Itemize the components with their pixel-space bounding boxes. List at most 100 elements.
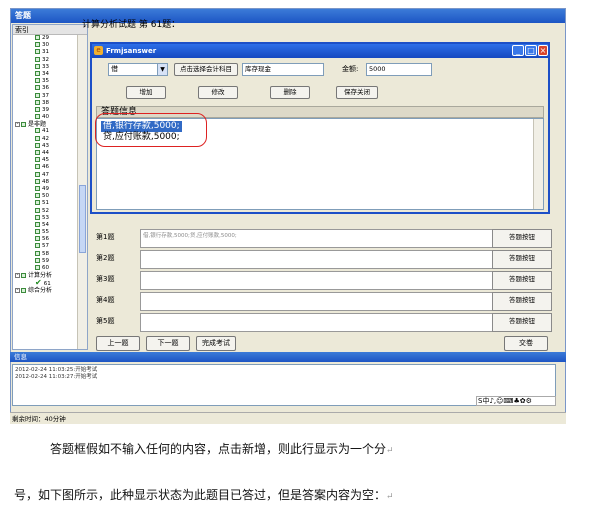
tree-question-node[interactable]: 42 xyxy=(13,135,77,143)
tree-question-node[interactable]: 36 xyxy=(13,85,77,92)
tree-question-node[interactable]: 35 xyxy=(13,78,77,85)
document-icon xyxy=(35,250,40,256)
finish-exam-button[interactable]: 完成考试 xyxy=(196,336,236,351)
tree-question-node[interactable]: 53 xyxy=(13,214,77,222)
tree-question-node[interactable]: 52 xyxy=(13,207,77,215)
ime-toolbar[interactable]: S中♪,☺⌨♣✿⚙ xyxy=(476,396,556,406)
tree-question-node[interactable]: 30 xyxy=(13,42,77,49)
save-close-button[interactable]: 保存关闭 xyxy=(336,86,378,99)
tree-question-node[interactable]: 48 xyxy=(13,178,77,186)
collapse-icon[interactable]: - xyxy=(15,287,20,293)
question-tree-panel: 索引 29 30 31 32 33 34 35 36 37 38 39 40- 是非题 41 42 43 44 4… xyxy=(12,24,88,350)
tree-node-label: 29 xyxy=(42,35,49,41)
tree-question-node[interactable]: 31 xyxy=(13,49,77,56)
tree-group-node[interactable]: - 计算分析 xyxy=(13,272,77,279)
document-icon xyxy=(35,85,40,91)
tree-node-label: 52 xyxy=(42,207,49,214)
tree-node-label: 36 xyxy=(42,85,49,92)
next-question-button[interactable]: 下一题 xyxy=(146,336,190,351)
tree-question-node[interactable]: 29 xyxy=(13,35,77,42)
question-tree: 29 30 31 32 33 34 35 36 37 38 39 40 - 是非题 41 42 43 44 45 46… xyxy=(13,35,77,349)
document-icon xyxy=(35,178,40,184)
answer-question-button[interactable]: 答题按钮 xyxy=(492,250,552,269)
tree-question-node[interactable]: 34 xyxy=(13,70,77,78)
answer-question-button[interactable]: 答题按钮 xyxy=(492,292,552,311)
tree-header: 索引 xyxy=(13,25,87,35)
tree-question-node[interactable]: 58 xyxy=(13,250,77,258)
answer-question-button[interactable]: 答题按钮 xyxy=(492,229,552,248)
close-icon[interactable]: × xyxy=(538,45,548,56)
tree-node-label: 34 xyxy=(42,70,49,77)
tree-question-node[interactable]: 33 xyxy=(13,63,77,71)
answer-cell[interactable]: 借,银行存款,5000;贷,应付账款,5000; xyxy=(140,229,494,248)
collapse-icon[interactable]: - xyxy=(15,273,20,279)
tree-question-node[interactable]: 37 xyxy=(13,92,77,100)
tree-question-node[interactable]: 54 xyxy=(13,221,77,229)
answer-cell[interactable] xyxy=(140,313,494,332)
caption-line-2-text: 号，如下图所示，此种显示状态为此题目已答过，但是答案内容为空： xyxy=(14,488,387,502)
add-button[interactable]: 增加 xyxy=(126,86,166,99)
tree-group-node[interactable]: - 是非题 xyxy=(13,121,77,128)
tree-question-node[interactable]: 41 xyxy=(13,128,77,135)
question-row: 第5题 答题按钮 xyxy=(82,312,552,332)
answer-list-scrollbar[interactable] xyxy=(533,119,543,209)
tree-question-node[interactable]: 55 xyxy=(13,229,77,236)
tree-node-label: 30 xyxy=(42,42,49,49)
tree-node-label: 57 xyxy=(42,243,49,250)
tree-node-label: 40 xyxy=(42,114,49,121)
amount-field[interactable]: 5000 xyxy=(366,63,432,76)
tree-question-node[interactable]: 51 xyxy=(13,200,77,207)
minimize-icon[interactable]: _ xyxy=(512,45,524,56)
debit-credit-select[interactable]: 借 ▼ xyxy=(108,63,168,76)
prev-question-button[interactable]: 上一题 xyxy=(96,336,140,351)
tree-node-label: 44 xyxy=(42,150,49,156)
select-account-button[interactable]: 点击选择会计科目 xyxy=(174,63,238,76)
tree-question-node[interactable]: 49 xyxy=(13,185,77,193)
maximize-icon[interactable]: □ xyxy=(525,45,537,56)
account-field[interactable]: 库存现金 xyxy=(242,63,324,76)
document-icon xyxy=(35,63,40,69)
tree-group-label: 是非题 xyxy=(28,121,47,129)
paragraph-mark: ↵ xyxy=(386,446,394,456)
tree-group-node[interactable]: - 综合分析 xyxy=(13,287,77,294)
document-icon xyxy=(35,135,40,141)
entry-controls: 借 ▼ 点击选择会计科目 库存现金 金额: 5000 xyxy=(92,62,548,78)
tree-question-node[interactable]: 39 xyxy=(13,106,77,114)
tree-question-node[interactable]: 47 xyxy=(13,171,77,179)
question-row: 第3题 答题按钮 xyxy=(82,270,552,290)
tree-question-node[interactable]: 50 xyxy=(13,193,77,200)
tree-node-label: 51 xyxy=(42,200,49,207)
tree-question-node-answered[interactable]: ✔ 61 xyxy=(13,279,77,288)
highlight-oval xyxy=(95,113,207,147)
delete-button[interactable]: 删除 xyxy=(270,86,310,99)
log-area: 2012-02-24 11:03:25:开始考试 2012-02-24 11:0… xyxy=(12,364,556,406)
tree-question-node[interactable]: 56 xyxy=(13,236,77,243)
tree-question-node[interactable]: 44 xyxy=(13,150,77,157)
dialog-title-bar[interactable]: Frmjsanswer xyxy=(92,44,548,58)
folder-icon xyxy=(21,122,26,128)
tree-question-node[interactable]: 38 xyxy=(13,99,77,107)
tree-question-node[interactable]: 46 xyxy=(13,164,77,171)
tree-question-node[interactable]: 45 xyxy=(13,157,77,164)
modify-button[interactable]: 修改 xyxy=(198,86,238,99)
document-icon xyxy=(35,142,40,148)
tree-node-label: 49 xyxy=(42,185,49,192)
question-row: 第2题 答题按钮 xyxy=(82,249,552,269)
submit-exam-button[interactable]: 交卷 xyxy=(504,336,548,351)
document-icon xyxy=(35,92,40,98)
document-icon xyxy=(35,49,40,55)
answer-question-button[interactable]: 答题按钮 xyxy=(492,313,552,332)
document-icon xyxy=(35,193,40,199)
answer-cell[interactable] xyxy=(140,271,494,290)
answer-question-button[interactable]: 答题按钮 xyxy=(492,271,552,290)
tree-question-node[interactable]: 59 xyxy=(13,257,77,265)
tree-question-node[interactable]: 43 xyxy=(13,142,77,150)
caption-line-1-text: 答题框假如不输入任何的内容，点击新增，则此行显示为一个分 xyxy=(50,442,387,456)
collapse-icon[interactable]: - xyxy=(15,122,20,128)
answer-cell[interactable] xyxy=(140,250,494,269)
tree-question-node[interactable]: 57 xyxy=(13,243,77,250)
tree-question-node[interactable]: 32 xyxy=(13,56,77,64)
chevron-down-icon[interactable]: ▼ xyxy=(157,64,167,75)
document-icon xyxy=(35,257,40,263)
answer-cell[interactable] xyxy=(140,292,494,311)
